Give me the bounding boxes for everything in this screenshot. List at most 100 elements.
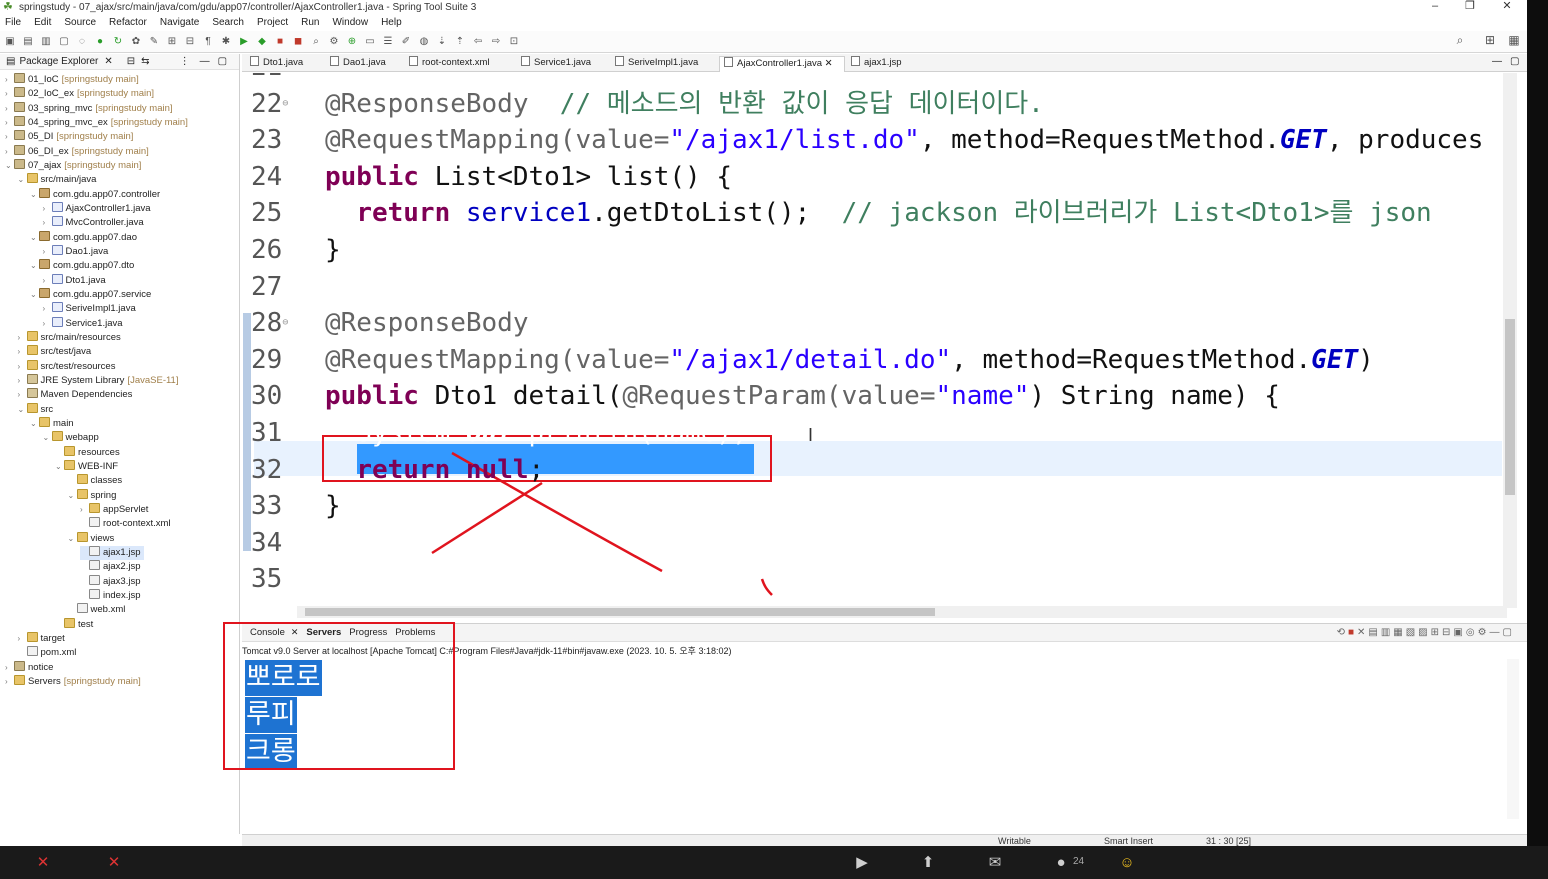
view-menu-icon[interactable]: ⋮ <box>180 56 190 67</box>
reaction-icon[interactable]: ☺ <box>1117 854 1137 872</box>
run-icon[interactable]: ▶ <box>238 36 250 48</box>
editor-tab[interactable]: root-context.xml <box>405 56 515 72</box>
expand-arrow-icon[interactable]: ⌄ <box>30 231 39 245</box>
spring-boot-icon[interactable]: ● <box>94 36 106 48</box>
external-tools-icon[interactable]: ■ <box>274 36 286 48</box>
minimize-button[interactable]: – <box>1420 0 1450 14</box>
expand-arrow-icon[interactable]: ⌄ <box>30 188 39 202</box>
tree-item[interactable]: ajax2.jsp <box>80 560 144 574</box>
expand-arrow-icon[interactable]: › <box>43 302 52 316</box>
expand-arrow-icon[interactable]: › <box>5 145 14 159</box>
expand-arrow-icon[interactable]: › <box>18 345 27 359</box>
tree-item[interactable]: › appServlet <box>80 502 151 517</box>
editor-horizontal-scrollbar[interactable] <box>297 606 1507 618</box>
expand-arrow-icon[interactable]: ⌄ <box>18 403 27 417</box>
server-icon[interactable]: ◼ <box>292 36 304 48</box>
tree-item[interactable]: › 06_DI_ex [springstudy main] <box>5 144 149 159</box>
expand-arrow-icon[interactable]: › <box>43 317 52 331</box>
coverage-icon[interactable]: ◆ <box>256 36 268 48</box>
tree-item[interactable]: ⌄ com.gdu.app07.dto <box>30 259 137 273</box>
debug-icon[interactable]: ✱ <box>220 36 232 48</box>
fold-icon[interactable]: ⊖ <box>282 317 288 328</box>
tree-item[interactable]: index.jsp <box>80 588 144 603</box>
maximize-view-icon[interactable]: ▢ <box>218 56 227 67</box>
menu-edit[interactable]: Edit <box>34 17 51 28</box>
expand-arrow-icon[interactable]: › <box>43 202 52 216</box>
menu-help[interactable]: Help <box>381 17 402 28</box>
pin-icon[interactable]: ⊡ <box>508 36 520 48</box>
tree-item[interactable]: › src/main/resources <box>18 330 124 345</box>
spring-perspective-icon[interactable]: ▦ <box>1506 33 1522 49</box>
tree-item[interactable]: ⌄ spring <box>68 488 120 503</box>
tree-item[interactable]: test <box>55 617 96 632</box>
tree-item[interactable]: ⌄ src/main/java <box>18 173 100 187</box>
skip-breakpoints-icon[interactable]: ◌ <box>76 36 88 48</box>
close-view-icon[interactable]: ✕ <box>104 56 112 67</box>
save-all-icon[interactable]: ▥ <box>40 36 52 48</box>
tree-item[interactable]: › AjaxController1.java <box>43 201 154 216</box>
menu-project[interactable]: Project <box>257 17 288 28</box>
task-icon[interactable]: ⊟ <box>184 36 196 48</box>
expand-arrow-icon[interactable]: › <box>18 331 27 345</box>
tree-item[interactable]: › src/test/resources <box>18 359 119 374</box>
console-scrollbar[interactable] <box>1507 659 1519 819</box>
maximize-editor-icon[interactable]: ▢ <box>1510 56 1519 67</box>
expand-arrow-icon[interactable]: › <box>5 73 14 87</box>
tree-item[interactable]: ⌄ 07_ajax [springstudy main] <box>5 158 141 173</box>
minimize-view-icon[interactable]: — <box>200 56 210 67</box>
close-button[interactable]: ✕ <box>1492 0 1522 14</box>
tree-item[interactable]: › SeriveImpl1.java <box>43 302 139 316</box>
video-icon[interactable]: ▶ <box>852 854 872 872</box>
expand-arrow-icon[interactable]: › <box>43 274 52 288</box>
collapse-all-icon[interactable]: ⊟ <box>127 56 135 67</box>
tree-item[interactable]: ajax1.jsp <box>80 545 144 560</box>
tree-item[interactable]: › Servers [springstudy main] <box>5 674 141 689</box>
tree-item[interactable]: › 04_spring_mvc_ex [springstudy main] <box>5 115 188 130</box>
tree-item[interactable]: ⌄ com.gdu.app07.service <box>30 287 154 302</box>
tree-item[interactable]: › JRE System Library [JavaSE-11] <box>18 373 178 388</box>
tree-item[interactable]: resources <box>55 445 123 460</box>
expand-arrow-icon[interactable]: › <box>5 87 14 101</box>
tree-item[interactable]: root-context.xml <box>80 517 174 531</box>
tree-item[interactable]: ⌄ WEB-INF <box>55 459 121 474</box>
expand-arrow-icon[interactable]: › <box>18 632 27 646</box>
spring-icon[interactable]: ✿ <box>130 36 142 48</box>
tree-item[interactable]: ⌄ com.gdu.app07.dao <box>30 230 140 245</box>
menu-run[interactable]: Run <box>301 17 319 28</box>
expand-arrow-icon[interactable]: › <box>5 116 14 130</box>
menu-file[interactable]: File <box>5 17 21 28</box>
close-tab-icon[interactable]: ✕ <box>822 58 833 69</box>
expand-arrow-icon[interactable]: › <box>43 245 52 259</box>
editor-horizontal-thumb[interactable] <box>305 608 935 616</box>
build-icon[interactable]: ⚙ <box>328 36 340 48</box>
console-icon[interactable]: ▢ <box>58 36 70 48</box>
refresh-icon[interactable]: ↻ <box>112 36 124 48</box>
editor-tab[interactable]: Dto1.java <box>246 56 324 72</box>
forward-icon[interactable]: ⇨ <box>490 36 502 48</box>
editor-tab[interactable]: AjaxController1.java ✕ <box>719 56 845 72</box>
task-list-icon[interactable]: ☰ <box>382 36 394 48</box>
editor-tab[interactable]: Service1.java <box>517 56 609 72</box>
expand-arrow-icon[interactable]: › <box>5 661 14 675</box>
save-icon[interactable]: ▤ <box>22 36 34 48</box>
expand-arrow-icon[interactable]: › <box>5 675 14 689</box>
editor-vertical-thumb[interactable] <box>1505 319 1515 495</box>
menu-navigate[interactable]: Navigate <box>160 17 199 28</box>
new-class-icon[interactable]: ⊕ <box>346 36 358 48</box>
tree-item[interactable]: › 02_IoC_ex [springstudy main] <box>5 87 154 101</box>
tree-item[interactable]: › Dto1.java <box>43 273 109 288</box>
tree-item[interactable]: ⌄ src <box>18 402 57 417</box>
console-toolbar[interactable]: ⟲■✕▤▥▦▧▨⊞⊟▣◎⚙—▢ <box>1337 627 1515 638</box>
expand-arrow-icon[interactable]: ⌄ <box>18 173 27 187</box>
expand-arrow-icon[interactable]: ⌄ <box>43 431 52 445</box>
menu-source[interactable]: Source <box>64 17 96 28</box>
editor-vertical-scrollbar[interactable] <box>1503 73 1517 608</box>
open-folder-icon[interactable]: ▭ <box>364 36 376 48</box>
tree-item[interactable]: › 05_DI [springstudy main] <box>5 130 133 144</box>
menu-search[interactable]: Search <box>212 17 244 28</box>
minimize-editor-icon[interactable]: — <box>1492 56 1502 67</box>
tree-item[interactable]: ⌄ main <box>30 416 77 431</box>
editor-tab[interactable]: ajax1.jsp <box>847 56 907 72</box>
tree-item[interactable]: ⌄ com.gdu.app07.controller <box>30 187 163 202</box>
expand-arrow-icon[interactable]: › <box>43 216 52 230</box>
